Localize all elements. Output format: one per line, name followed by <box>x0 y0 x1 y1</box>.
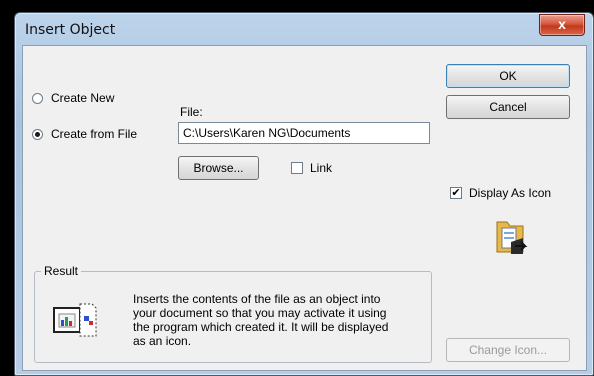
dialog-title: Insert Object <box>25 22 116 38</box>
file-path-input[interactable]: C:\Users\Karen NG\Documents <box>178 122 430 144</box>
create-from-file-radio[interactable]: Create from File <box>32 127 137 141</box>
result-legend: Result <box>41 264 82 278</box>
display-as-icon-checkbox[interactable]: ✔ Display As Icon <box>450 186 551 200</box>
browse-button-label: Browse... <box>193 161 244 175</box>
close-button[interactable]: x <box>539 14 585 36</box>
create-from-file-label: Create from File <box>51 127 138 141</box>
checkmark-icon: ✔ <box>451 187 461 199</box>
change-icon-button-label: Change Icon... <box>468 343 548 357</box>
cancel-button-label: Cancel <box>489 100 527 114</box>
display-as-icon-checkbox-box[interactable]: ✔ <box>450 187 462 199</box>
result-description: Inserts the contents of the file as an o… <box>133 292 388 348</box>
dialog-body: Create New Create from File File: C:\Use… <box>22 45 587 371</box>
link-checkbox-box[interactable] <box>291 162 303 174</box>
chart-document-icon <box>53 303 97 337</box>
create-new-radio[interactable]: Create New <box>32 91 114 105</box>
result-line: Inserts the contents of the file as an o… <box>133 292 381 306</box>
insert-object-dialog: Insert Object x Create New Create from F… <box>14 12 594 376</box>
result-groupbox: Result Inserts the contents of the file … <box>34 264 432 363</box>
display-as-icon-label: Display As Icon <box>469 186 552 200</box>
result-line: your document so that you may activate i… <box>133 306 387 320</box>
ok-button[interactable]: OK <box>446 64 570 88</box>
result-line: the program which created it. It will be… <box>133 320 389 334</box>
cancel-button[interactable]: Cancel <box>446 95 570 119</box>
result-line: as an icon. <box>133 334 192 348</box>
create-new-label: Create New <box>51 91 115 105</box>
title-bar[interactable]: Insert Object x <box>15 13 593 45</box>
ok-button-label: OK <box>499 69 517 83</box>
folder-document-icon <box>496 221 528 254</box>
close-icon: x <box>558 16 566 32</box>
file-label: File: <box>180 105 203 119</box>
link-checkbox[interactable]: Link <box>291 161 332 175</box>
create-new-radio-dot[interactable] <box>32 92 43 104</box>
link-label: Link <box>310 161 333 175</box>
change-icon-button[interactable]: Change Icon... <box>446 338 570 362</box>
browse-button[interactable]: Browse... <box>178 156 259 180</box>
create-from-file-radio-dot[interactable] <box>32 128 43 140</box>
